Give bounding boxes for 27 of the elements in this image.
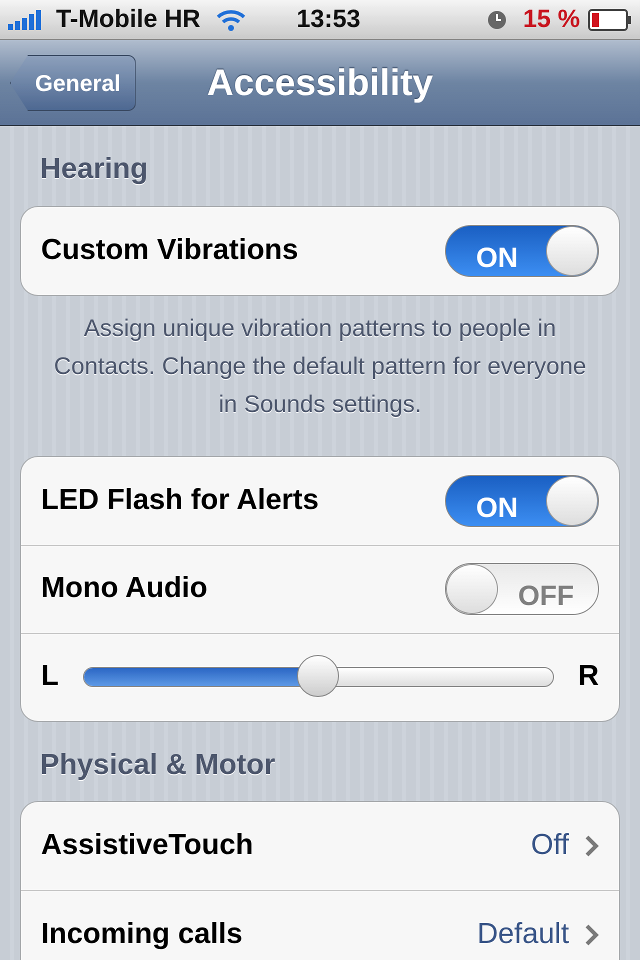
page-title: Accessibility [206,60,434,105]
row-value: Off [530,828,569,864]
toggle-switch[interactable]: ON [445,224,599,276]
slider-thumb[interactable] [297,655,340,697]
battery-percent: 15 % [523,4,580,35]
slider-track[interactable] [82,655,554,699]
chevron-icon [585,924,599,946]
battery-icon [588,8,632,30]
back-button[interactable]: General [10,55,136,111]
toggle-switch[interactable]: ON [445,474,599,526]
slider-right-label: R [578,659,599,694]
row-label: AssistiveTouch [41,828,254,864]
section-footer: Assign unique vibration patterns to people in Contacts. Change the default pattern for everyone in Sounds settings. [0,296,640,434]
section-header: Hearing [39,152,149,187]
carrier-name: T-Mobile HR [56,4,200,35]
slider-left-label: L [41,659,59,694]
row-label: Custom Vibrations [41,232,298,268]
toggle-switch[interactable]: OFF [445,563,599,615]
row-value: Default [477,916,569,952]
row-label: Incoming calls [41,916,242,952]
chevron-icon [585,835,599,857]
wifi-icon [216,8,246,30]
section-header: Physical & Motor [39,748,276,782]
row-label: Mono Audio [41,571,208,606]
alarm-icon [487,10,508,30]
row-label: LED Flash for Alerts [41,482,319,518]
clock-time: 13:53 [296,4,360,35]
